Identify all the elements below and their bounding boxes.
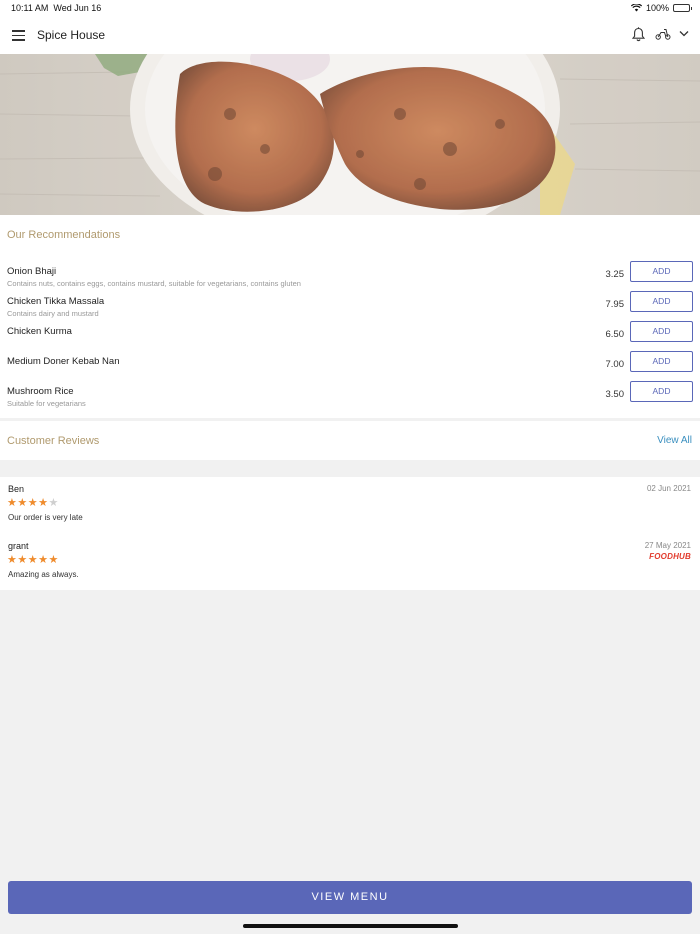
menu-item: Medium Doner Kebab Nan 7.00 ADD bbox=[0, 351, 700, 386]
star-filled-icon: ★ bbox=[7, 554, 18, 566]
reviewer-name: grant bbox=[8, 541, 29, 551]
hero-food-image bbox=[0, 54, 700, 215]
view-menu-button[interactable]: VIEW MENU bbox=[8, 881, 692, 914]
menu-item-price: 7.00 bbox=[605, 359, 625, 370]
menu-item-name: Mushroom Rice bbox=[7, 386, 74, 397]
star-rating: ★★★★★ bbox=[7, 553, 59, 566]
hamburger-menu-icon[interactable] bbox=[12, 30, 25, 41]
star-filled-icon: ★ bbox=[17, 497, 28, 509]
bell-icon[interactable] bbox=[632, 27, 645, 42]
battery-icon bbox=[673, 4, 692, 12]
reviewer-name: Ben bbox=[8, 484, 25, 494]
star-rating: ★★★★★ bbox=[7, 496, 59, 509]
review-text: Our order is very late bbox=[8, 513, 83, 522]
recommendations-title: Our Recommendations bbox=[7, 229, 121, 241]
menu-item-description: Suitable for vegetarians bbox=[7, 399, 86, 408]
star-empty-icon: ★ bbox=[48, 497, 59, 509]
page-title: Spice House bbox=[37, 28, 106, 42]
add-to-cart-button[interactable]: ADD bbox=[630, 351, 693, 372]
add-to-cart-button[interactable]: ADD bbox=[630, 321, 693, 342]
review-item: Ben 02 Jun 2021 ★★★★★ Our order is very … bbox=[0, 477, 700, 527]
menu-item-price: 3.25 bbox=[605, 269, 625, 280]
star-filled-icon: ★ bbox=[17, 554, 28, 566]
star-filled-icon: ★ bbox=[38, 554, 49, 566]
reviews-list: Ben 02 Jun 2021 ★★★★★ Our order is very … bbox=[0, 477, 700, 590]
menu-item-name: Chicken Tikka Massala bbox=[7, 296, 105, 307]
add-to-cart-button[interactable]: ADD bbox=[630, 381, 693, 402]
menu-item-name: Onion Bhaji bbox=[7, 266, 57, 277]
menu-item-price: 6.50 bbox=[605, 329, 625, 340]
menu-item-price: 3.50 bbox=[605, 389, 625, 400]
menu-item: Chicken Kurma 6.50 ADD bbox=[0, 321, 700, 356]
battery-percent: 100% bbox=[645, 3, 669, 13]
star-filled-icon: ★ bbox=[7, 497, 18, 509]
view-all-reviews-link[interactable]: View All bbox=[657, 435, 692, 446]
review-item: grant 27 May 2021 ★★★★★ FOODHUB Amazing … bbox=[0, 534, 700, 584]
add-to-cart-button[interactable]: ADD bbox=[630, 261, 693, 282]
app-header: Spice House bbox=[0, 17, 700, 54]
review-text: Amazing as always. bbox=[8, 570, 79, 579]
star-filled-icon: ★ bbox=[38, 497, 49, 509]
status-right: 100% bbox=[630, 3, 692, 13]
chevron-down-icon[interactable] bbox=[679, 30, 689, 37]
menu-item: Mushroom Rice Suitable for vegetarians 3… bbox=[0, 381, 700, 416]
menu-item: Onion Bhaji Contains nuts, contains eggs… bbox=[0, 261, 700, 296]
menu-item-name: Medium Doner Kebab Nan bbox=[7, 356, 120, 367]
reviews-title: Customer Reviews bbox=[7, 435, 100, 447]
delivery-scooter-icon[interactable] bbox=[655, 28, 671, 40]
add-to-cart-button[interactable]: ADD bbox=[630, 291, 693, 312]
menu-item-description: Contains dairy and mustard bbox=[7, 309, 99, 318]
status-bar: 10:11 AM Wed Jun 16 100% bbox=[0, 0, 700, 17]
menu-item: Chicken Tikka Massala Contains dairy and… bbox=[0, 291, 700, 326]
menu-item-description: Contains nuts, contains eggs, contains m… bbox=[7, 279, 301, 288]
menu-item-price: 7.95 bbox=[605, 299, 625, 310]
foodhub-logo: FOODHUB bbox=[649, 552, 691, 561]
reviews-header: Customer Reviews View All bbox=[0, 421, 700, 460]
review-date: 27 May 2021 bbox=[644, 541, 691, 550]
star-filled-icon: ★ bbox=[27, 497, 39, 509]
home-indicator bbox=[243, 924, 458, 928]
status-time: 10:11 AM Wed Jun 16 bbox=[11, 3, 102, 13]
menu-item-name: Chicken Kurma bbox=[7, 326, 72, 337]
star-filled-icon: ★ bbox=[27, 554, 39, 566]
recommendations-section: Our Recommendations Onion Bhaji Contains… bbox=[0, 215, 700, 418]
review-date: 02 Jun 2021 bbox=[646, 484, 691, 493]
star-filled-icon: ★ bbox=[48, 554, 59, 566]
wifi-icon bbox=[630, 4, 642, 12]
